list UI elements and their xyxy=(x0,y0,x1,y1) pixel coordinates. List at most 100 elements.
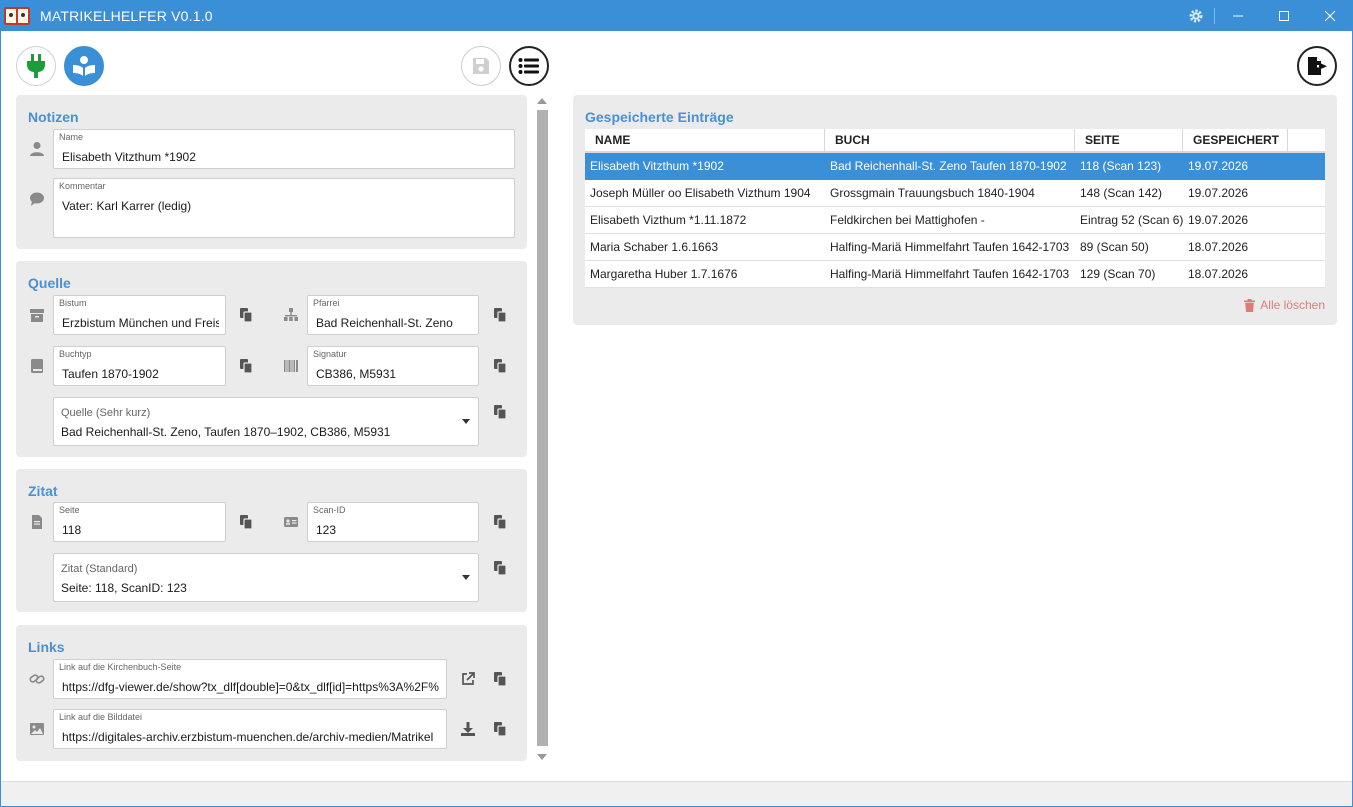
table-row[interactable]: Elisabeth Vitzthum *1902 Bad Reichenhall-… xyxy=(585,153,1325,180)
maximize-button[interactable] xyxy=(1261,0,1307,31)
connect-button[interactable] xyxy=(16,46,56,86)
saved-entries-table: NAME BUCH SEITE GESPEICHERT Elisabeth Vi… xyxy=(585,129,1325,288)
table-row[interactable]: Joseph Müller oo Elisabeth Vizthum 1904 G… xyxy=(585,180,1325,207)
name-label: Name xyxy=(59,132,84,142)
external-link-icon[interactable] xyxy=(460,671,476,687)
column-header-gespeichert[interactable]: GESPEICHERT xyxy=(1183,129,1288,167)
cell-seite: 89 (Scan 50) xyxy=(1080,240,1149,254)
maximize-icon xyxy=(1279,10,1289,21)
bilddatei-link-label: Link auf die Bilddatei xyxy=(59,712,143,722)
archive-icon xyxy=(30,309,44,322)
kommentar-label: Kommentar xyxy=(59,181,106,191)
form-scrollbar[interactable] xyxy=(536,96,549,764)
scroll-down-icon[interactable] xyxy=(537,754,547,760)
scroll-thumb[interactable] xyxy=(537,110,548,746)
notizen-panel: Notizen Name Elisabeth Vitzthum *1902 Ko… xyxy=(16,95,527,249)
delete-all-button[interactable]: Alle löschen xyxy=(1244,298,1325,312)
pfarrei-label: Pfarrei xyxy=(313,298,340,308)
status-bar xyxy=(1,781,1352,806)
signatur-value[interactable]: CB386, M5931 xyxy=(316,367,472,381)
quelle-kurz-value: Bad Reichenhall-St. Zeno, Taufen 1870–19… xyxy=(61,425,391,439)
list-icon xyxy=(518,58,539,74)
signatur-field[interactable]: Signatur CB386, M5931 xyxy=(307,346,479,386)
scan-id-label: Scan-ID xyxy=(313,505,346,515)
zitat-value: Seite: 118, ScanID: 123 xyxy=(61,581,187,595)
scroll-up-icon[interactable] xyxy=(537,98,547,104)
saved-entries-panel: Gespeicherte Einträge NAME BUCH SEITE GE… xyxy=(573,95,1337,325)
kirchenbuch-link-field[interactable]: Link auf die Kirchenbuch-Seite https://d… xyxy=(53,659,447,699)
minimize-icon xyxy=(1233,15,1243,16)
pfarrei-value[interactable]: Bad Reichenhall-St. Zeno xyxy=(316,316,472,330)
zitat-select[interactable]: Zitat (Standard) Seite: 118, ScanID: 123 xyxy=(53,553,479,602)
column-header-seite[interactable]: SEITE xyxy=(1075,129,1183,151)
zitat-panel: Zitat Seite 118 Scan-ID 123 Zitat (Stand… xyxy=(16,469,527,612)
copy-quelle-kurz-icon[interactable] xyxy=(492,404,508,420)
column-header-gespeichert-label: GESPEICHERT xyxy=(1193,133,1280,147)
image-icon xyxy=(30,723,44,735)
export-button[interactable] xyxy=(1297,46,1337,86)
table-row[interactable]: Elisabeth Vizthum *1.11.1872 Feldkirchen … xyxy=(585,207,1325,234)
kommentar-value[interactable]: Vater: Karl Karrer (ledig) xyxy=(62,199,508,213)
bistum-label: Bistum xyxy=(59,298,87,308)
buchtyp-value[interactable]: Taufen 1870-1902 xyxy=(62,367,219,381)
gear-icon[interactable] xyxy=(1188,8,1204,24)
cell-buch: Halfing-Mariä Himmelfahrt Taufen 1642-17… xyxy=(830,240,1070,254)
delete-all-label: Alle löschen xyxy=(1260,298,1325,312)
column-header-name[interactable]: NAME xyxy=(585,129,825,151)
name-field[interactable]: Name Elisabeth Vitzthum *1902 xyxy=(53,129,515,169)
cell-name: Joseph Müller oo Elisabeth Vizthum 1904 xyxy=(590,186,811,200)
chevron-down-icon[interactable] xyxy=(462,419,470,424)
copy-bistum-icon[interactable] xyxy=(238,307,254,323)
kirchenbuch-link-value[interactable]: https://dfg-viewer.de/show?tx_dlf[double… xyxy=(62,680,440,694)
id-card-icon xyxy=(284,517,298,527)
cell-buch: Feldkirchen bei Mattighofen - xyxy=(830,213,985,227)
window-title: MATRIKELHELFER V0.1.0 xyxy=(40,8,213,24)
copy-scan-id-icon[interactable] xyxy=(492,514,508,530)
notizen-title: Notizen xyxy=(28,109,79,125)
cell-seite: 129 (Scan 70) xyxy=(1080,267,1156,281)
scan-id-value[interactable]: 123 xyxy=(316,523,472,537)
copy-kirchenbuch-link-icon[interactable] xyxy=(492,671,508,687)
seite-value[interactable]: 118 xyxy=(62,523,219,537)
cell-buch: Bad Reichenhall-St. Zeno Taufen 1870-190… xyxy=(830,159,1067,173)
kirchenbuch-link-label: Link auf die Kirchenbuch-Seite xyxy=(59,662,182,672)
minimize-button[interactable] xyxy=(1215,0,1261,31)
cell-name: Margaretha Huber 1.7.1676 xyxy=(590,267,738,281)
pfarrei-field[interactable]: Pfarrei Bad Reichenhall-St. Zeno xyxy=(307,295,479,335)
seite-field[interactable]: Seite 118 xyxy=(53,502,226,542)
barcode-icon xyxy=(284,360,298,372)
copy-buchtyp-icon[interactable] xyxy=(238,358,254,374)
reader-button[interactable] xyxy=(64,46,104,86)
copy-zitat-icon[interactable] xyxy=(492,560,508,576)
quelle-kurz-label: Quelle (Sehr kurz) xyxy=(61,407,151,419)
column-header-buch[interactable]: BUCH xyxy=(825,129,1075,151)
table-row[interactable]: Maria Schaber 1.6.1663 Halfing-Mariä Himm… xyxy=(585,234,1325,261)
links-title: Links xyxy=(28,639,65,655)
list-button[interactable] xyxy=(509,46,549,86)
chevron-down-icon[interactable] xyxy=(462,575,470,580)
bistum-field[interactable]: Bistum Erzbistum München und Freis xyxy=(53,295,226,335)
buchtyp-field[interactable]: Buchtyp Taufen 1870-1902 xyxy=(53,346,226,386)
save-button[interactable] xyxy=(461,46,501,86)
close-button[interactable] xyxy=(1307,0,1353,31)
copy-bilddatei-link-icon[interactable] xyxy=(492,721,508,737)
quelle-kurz-select[interactable]: Quelle (Sehr kurz) Bad Reichenhall-St. Z… xyxy=(53,397,479,446)
table-row[interactable]: Margaretha Huber 1.7.1676 Halfing-Mariä H… xyxy=(585,261,1325,288)
cell-name: Elisabeth Vizthum *1.11.1872 xyxy=(590,213,747,227)
download-icon[interactable] xyxy=(460,721,476,737)
bistum-value[interactable]: Erzbistum München und Freis xyxy=(62,316,219,330)
scan-id-field[interactable]: Scan-ID 123 xyxy=(307,502,479,542)
copy-signatur-icon[interactable] xyxy=(492,358,508,374)
link-icon xyxy=(29,674,45,684)
bilddatei-link-field[interactable]: Link auf die Bilddatei https://digitales… xyxy=(53,709,447,749)
copy-pfarrei-icon[interactable] xyxy=(492,307,508,323)
cell-gespeichert: 18.07.2026 xyxy=(1188,267,1249,281)
table-header: NAME BUCH SEITE GESPEICHERT xyxy=(585,129,1325,167)
save-icon xyxy=(473,58,489,74)
name-value[interactable]: Elisabeth Vitzthum *1902 xyxy=(62,150,508,164)
cell-buch: Halfing-Mariä Himmelfahrt Taufen 1642-17… xyxy=(830,267,1070,281)
cell-gespeichert: 18.07.2026 xyxy=(1188,240,1249,254)
copy-seite-icon[interactable] xyxy=(238,514,254,530)
bilddatei-link-value[interactable]: https://digitales-archiv.erzbistum-muenc… xyxy=(62,730,440,744)
kommentar-field[interactable]: Kommentar Vater: Karl Karrer (ledig) xyxy=(53,178,515,238)
